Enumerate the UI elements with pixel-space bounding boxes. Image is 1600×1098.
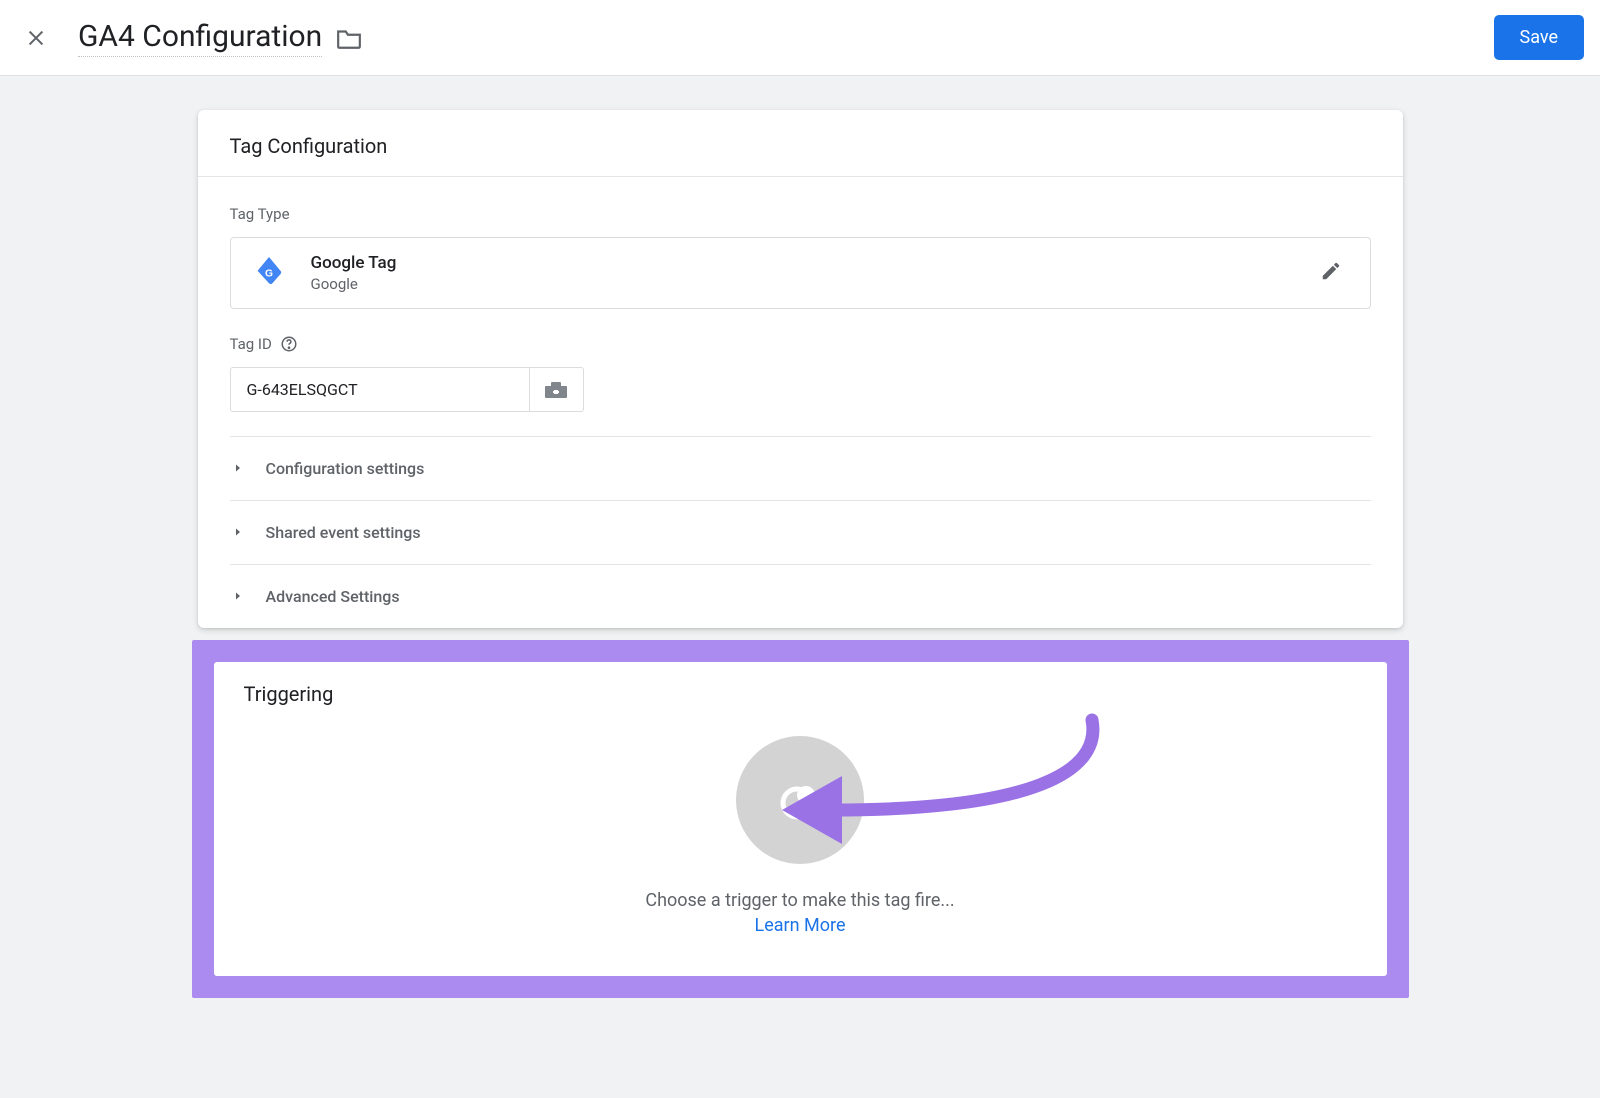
triggering-card[interactable]: Triggering Choose a trigger to make this… (214, 662, 1387, 976)
top-bar: GA4 Configuration Save (0, 0, 1600, 76)
tag-configuration-card: Tag Configuration Tag Type G Google Tag … (198, 110, 1403, 628)
chevron-right-icon (232, 459, 244, 478)
tag-id-label-row: Tag ID (230, 335, 1371, 353)
google-tag-icon: G (251, 255, 287, 291)
tag-type-vendor: Google (311, 275, 1288, 293)
tag-config-body: Tag Type G Google Tag Google Tag ID (198, 177, 1403, 628)
tag-type-selector[interactable]: G Google Tag Google (230, 237, 1371, 309)
tag-config-title: Tag Configuration (198, 110, 1403, 177)
variable-brick-icon (544, 381, 568, 399)
tag-type-name: Google Tag (311, 253, 1288, 273)
triggering-highlight: Triggering Choose a trigger to make this… (192, 640, 1409, 998)
triggering-empty-text: Choose a trigger to make this tag fire..… (244, 890, 1357, 911)
tag-id-row (230, 367, 1371, 412)
tag-id-input[interactable] (230, 367, 530, 412)
configuration-settings-label: Configuration settings (266, 459, 425, 478)
add-trigger-button[interactable] (736, 736, 864, 864)
chevron-right-icon (232, 587, 244, 606)
close-icon (25, 27, 47, 49)
chevron-right-icon (232, 523, 244, 542)
edit-tag-type-button[interactable] (1312, 252, 1350, 294)
shared-event-settings-toggle[interactable]: Shared event settings (230, 500, 1371, 564)
workspace: Tag Configuration Tag Type G Google Tag … (0, 76, 1600, 998)
triggering-title: Triggering (244, 682, 1357, 706)
trigger-icon (775, 775, 825, 825)
svg-text:G: G (265, 268, 273, 279)
title-wrap: GA4 Configuration (78, 19, 1494, 57)
close-button[interactable] (16, 18, 56, 58)
learn-more-link[interactable]: Learn More (755, 915, 846, 936)
advanced-settings-toggle[interactable]: Advanced Settings (230, 564, 1371, 628)
triggering-empty-state: Choose a trigger to make this tag fire..… (244, 736, 1357, 936)
tag-id-label: Tag ID (230, 335, 272, 353)
shared-event-settings-label: Shared event settings (266, 523, 421, 542)
help-icon[interactable] (280, 335, 298, 353)
save-button[interactable]: Save (1494, 15, 1585, 60)
insert-variable-button[interactable] (530, 367, 584, 412)
page-title[interactable]: GA4 Configuration (78, 19, 322, 57)
tag-type-text: Google Tag Google (311, 253, 1288, 293)
tag-type-label: Tag Type (230, 205, 1371, 223)
configuration-settings-toggle[interactable]: Configuration settings (230, 436, 1371, 500)
advanced-settings-label: Advanced Settings (266, 587, 400, 606)
folder-icon[interactable] (336, 27, 362, 49)
pencil-icon (1320, 260, 1342, 282)
